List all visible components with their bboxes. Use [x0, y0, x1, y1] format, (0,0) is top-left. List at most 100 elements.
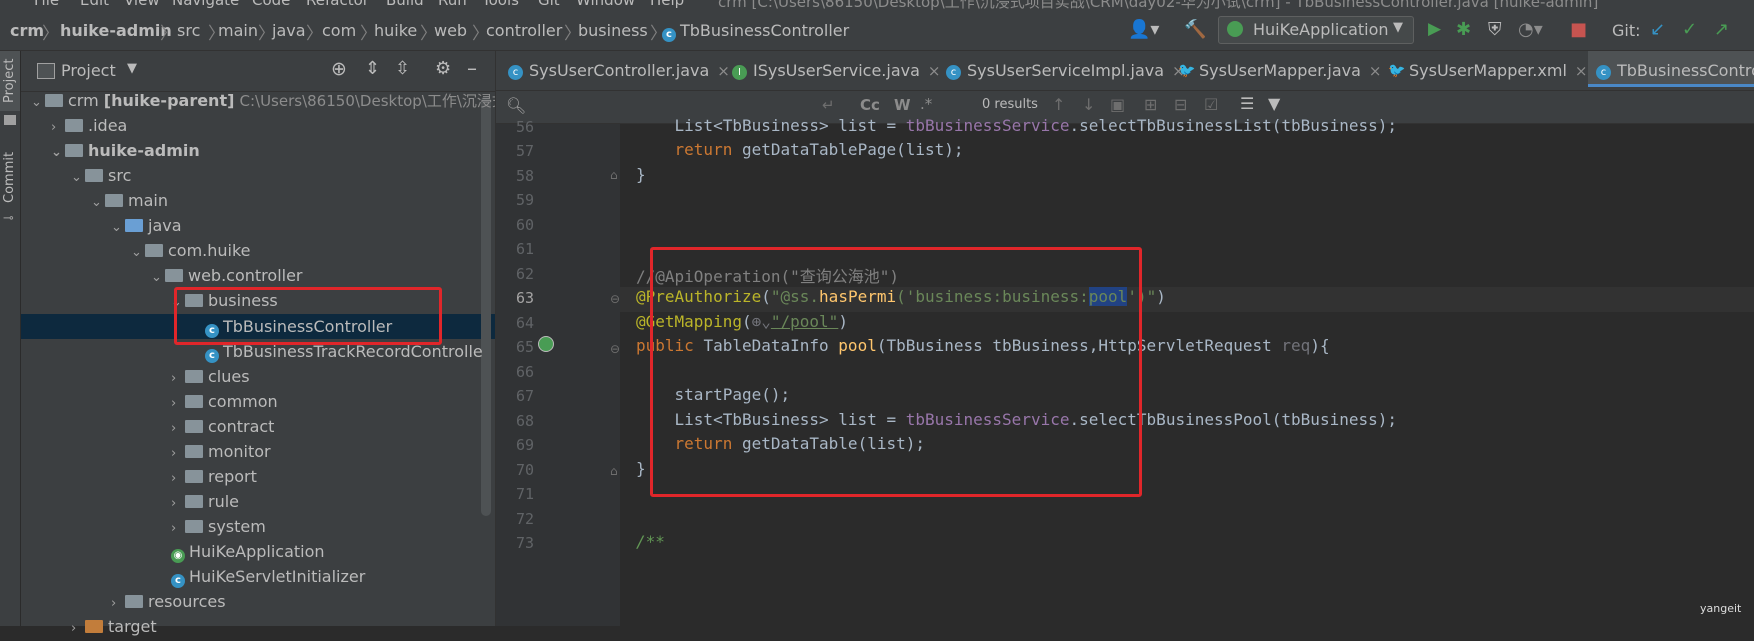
tree-item-crm[interactable]: ⌄ crm [huike-parent] C:\Users\86150\Deskt…: [31, 88, 511, 113]
menu-code[interactable]: Code: [252, 0, 290, 9]
close-icon[interactable]: ×: [928, 62, 941, 80]
menu-file[interactable]: File: [34, 0, 59, 9]
select-all-occurrences-icon[interactable]: ▣: [1110, 95, 1125, 114]
breadcrumb-src[interactable]: src: [177, 21, 200, 40]
previous-occurrence-icon[interactable]: ↑: [1052, 95, 1065, 114]
menu-git[interactable]: Git: [538, 0, 560, 9]
tree-item-resources[interactable]: › resources: [111, 589, 226, 614]
tree-item-huikeapplication[interactable]: ◉ HuiKeApplication: [171, 539, 325, 564]
gear-icon[interactable]: ⚙: [435, 58, 451, 79]
run-icon[interactable]: ▶: [1428, 19, 1441, 39]
git-label: Git:: [1612, 21, 1641, 40]
project-panel-title[interactable]: Project: [61, 61, 116, 80]
tree-item-system[interactable]: › system: [171, 514, 266, 539]
coverage-icon[interactable]: ⛨: [1488, 19, 1502, 40]
minimize-icon[interactable]: –: [467, 56, 477, 80]
tree-item-web-controller[interactable]: ⌄ web.controller: [151, 263, 303, 288]
tree-label-bold: [huike-parent]: [103, 91, 235, 110]
tree-item-clues[interactable]: › clues: [171, 364, 250, 389]
breadcrumb-huike-admin[interactable]: huike-admin: [60, 21, 172, 40]
menu-tools[interactable]: Tools: [482, 0, 519, 9]
tab-tbbusinesscontroller[interactable]: c TbBusinessContro: [1588, 51, 1754, 87]
add-selection-icon[interactable]: ⊞: [1144, 95, 1157, 114]
debug-icon[interactable]: ✱: [1456, 19, 1471, 40]
menu-edit[interactable]: Edit: [80, 0, 109, 9]
tree-item-main[interactable]: ⌄ main: [91, 188, 168, 213]
search-icon[interactable]: 🔍︎: [506, 96, 526, 115]
tab-sysusermapper-java[interactable]: 🐦 SysUserMapper.java ×: [1178, 51, 1382, 90]
remove-selection-icon[interactable]: ⊟: [1174, 95, 1187, 114]
menu-run[interactable]: Run: [438, 0, 467, 9]
breadcrumb-web[interactable]: web: [434, 21, 467, 40]
tree-item-contract[interactable]: › contract: [171, 414, 274, 439]
tab-label: SysUserServiceImpl.java: [967, 61, 1165, 80]
profile-icon[interactable]: ◔▾: [1518, 19, 1543, 40]
tree-item-report[interactable]: › report: [171, 464, 257, 489]
menu-help[interactable]: Help: [650, 0, 684, 9]
tree-item-src[interactable]: ⌄ src: [71, 163, 131, 188]
tab-sysuserserviceimpl[interactable]: c SysUserServiceImpl.java ×: [946, 51, 1185, 90]
tab-sysusercontroller[interactable]: c SysUserController.java ×: [508, 51, 730, 90]
code-line-73: /**: [636, 532, 665, 551]
tree-label: resources: [148, 592, 226, 611]
filter-icon[interactable]: ▼: [1268, 94, 1280, 113]
menu-refactor[interactable]: Refactor: [306, 0, 369, 9]
replace-icon[interactable]: ↵: [822, 96, 835, 114]
breadcrumb-crm[interactable]: crm: [10, 21, 44, 40]
breadcrumb-business[interactable]: business: [578, 21, 648, 40]
tree-item-com-huike[interactable]: ⌄ com.huike: [131, 238, 251, 263]
menu-view[interactable]: View: [124, 0, 160, 9]
commit-tool-button[interactable]: Commit: [2, 152, 17, 203]
project-tool-button[interactable]: Project: [2, 59, 17, 103]
select-all-icon[interactable]: ☑: [1204, 95, 1218, 114]
close-icon[interactable]: ×: [1575, 62, 1588, 80]
tree-item-idea[interactable]: › .idea: [51, 113, 127, 138]
tree-item-java[interactable]: ⌄ java: [111, 213, 182, 238]
locate-icon[interactable]: ⊕: [331, 58, 347, 80]
in-selection-icon[interactable]: ☰: [1240, 94, 1254, 113]
fold-icon[interactable]: ⊖: [610, 342, 620, 356]
tab-isysuserservice[interactable]: I ISysUserService.java ×: [732, 51, 940, 90]
expand-all-icon[interactable]: ⇕: [365, 58, 380, 79]
fold-icon[interactable]: ⌂: [610, 168, 618, 182]
run-config-selector[interactable]: HuiKeApplication ▼: [1218, 16, 1414, 44]
breadcrumb-huike[interactable]: huike: [374, 21, 417, 40]
regex-icon[interactable]: .*: [920, 95, 932, 113]
line-number: 57: [515, 142, 534, 160]
scrollbar[interactable]: [481, 96, 491, 516]
tab-sysusermapper-xml[interactable]: 🐦 SysUserMapper.xml ×: [1388, 51, 1587, 90]
breadcrumb-file[interactable]: c TbBusinessController: [662, 21, 849, 42]
tree-item-huike-admin[interactable]: ⌄ huike-admin: [51, 138, 200, 163]
menu-window[interactable]: Window: [576, 0, 635, 9]
line-number: 69: [515, 436, 534, 454]
code-editor[interactable]: List<TbBusiness> list = tbBusinessServic…: [620, 116, 1754, 626]
match-case-icon[interactable]: Cc: [860, 96, 880, 114]
next-occurrence-icon[interactable]: ↓: [1082, 95, 1095, 114]
fold-icon[interactable]: ⊖: [610, 292, 620, 306]
git-push-icon[interactable]: ↗: [1714, 19, 1729, 40]
user-icon[interactable]: 👤▾: [1128, 19, 1159, 40]
whole-words-icon[interactable]: W: [894, 96, 911, 114]
collapse-all-icon[interactable]: ⇳: [395, 58, 410, 79]
git-update-icon[interactable]: ↙: [1650, 19, 1665, 40]
tree-item-monitor[interactable]: › monitor: [171, 439, 271, 464]
tree-item-rule[interactable]: › rule: [171, 489, 239, 514]
stop-icon[interactable]: ■: [1570, 19, 1587, 40]
spring-web-endpoint-icon[interactable]: [538, 336, 554, 352]
close-icon[interactable]: ×: [717, 62, 730, 80]
menu-build[interactable]: Build: [386, 0, 424, 9]
chevron-down-icon[interactable]: ▼: [127, 61, 137, 76]
menu-navigate[interactable]: Navigate: [172, 0, 239, 9]
close-icon[interactable]: ×: [1369, 62, 1382, 80]
breadcrumb-com[interactable]: com: [322, 21, 356, 40]
fold-icon[interactable]: ⌂: [610, 464, 618, 478]
git-commit-icon[interactable]: ✓: [1682, 19, 1697, 40]
hammer-icon[interactable]: 🔨: [1184, 19, 1206, 40]
breadcrumb-main[interactable]: main: [218, 21, 258, 40]
breadcrumb-java[interactable]: java: [272, 21, 306, 40]
breadcrumb-controller[interactable]: controller: [486, 21, 562, 40]
tree-item-common[interactable]: › common: [171, 389, 278, 414]
tree-item-servletinitializer[interactable]: c HuiKeServletInitializer: [171, 564, 365, 589]
tree-item-target[interactable]: › target: [71, 614, 157, 639]
tree-label: rule: [208, 492, 240, 511]
